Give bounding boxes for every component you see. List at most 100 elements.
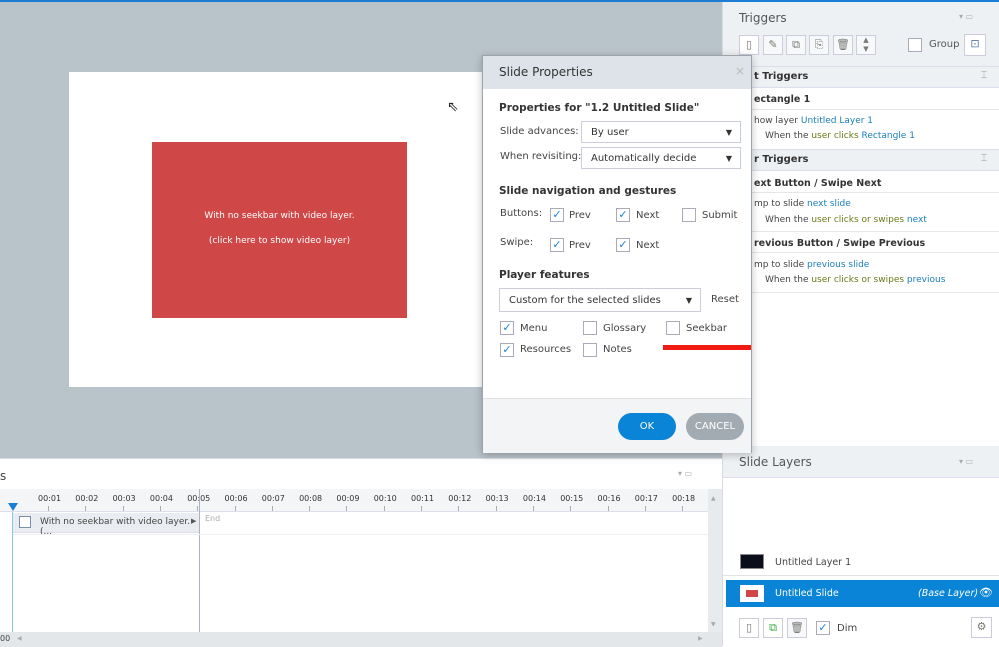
seekbar-checkbox[interactable] <box>666 321 680 335</box>
selected-value: Custom for the selected slides <box>509 295 661 306</box>
collapse-icon[interactable]: ⌶ <box>981 153 987 164</box>
visibility-eye-icon[interactable]: 👁 <box>979 586 993 599</box>
action-target[interactable]: Untitled Layer 1 <box>801 116 873 126</box>
dialog-title: Slide Properties <box>499 65 593 79</box>
layer-thumbnail <box>740 554 764 569</box>
tick-mark <box>421 506 422 511</box>
notes-label: Notes <box>603 344 632 355</box>
collapse-icon[interactable]: ⌶ <box>981 70 987 81</box>
notes-checkbox[interactable] <box>583 343 597 357</box>
swipe-prev-checkbox[interactable]: ✓ <box>550 238 564 252</box>
tick-mark <box>570 506 572 511</box>
panel-menu-icon[interactable]: ▾ ▭ <box>678 469 692 478</box>
when-revisiting-label: When revisiting: <box>500 151 582 162</box>
timeline-row[interactable]: With no seekbar with video layer. (... ▶ <box>13 513 199 537</box>
base-layer-tag: (Base Layer) <box>918 588 979 599</box>
buttons-prev-checkbox[interactable]: ✓ <box>550 208 564 222</box>
tick-mark <box>122 506 124 511</box>
layer-row-selected[interactable]: Untitled Slide (Base Layer) 👁 <box>726 580 999 607</box>
layer-row[interactable]: Untitled Layer 1 <box>723 550 999 576</box>
timeline-title: s <box>0 469 7 483</box>
swipe-next-checkbox[interactable]: ✓ <box>616 238 630 252</box>
action-text: how layer <box>754 116 801 126</box>
triggers-title: Triggers <box>739 11 787 25</box>
when-text: When the <box>765 275 812 285</box>
tick-mark <box>309 506 311 511</box>
expand-arrow-icon[interactable]: ▶ <box>191 517 196 525</box>
duplicate-layer-button[interactable]: ⧉ <box>763 618 783 638</box>
new-trigger-button[interactable]: ▯ <box>739 35 759 55</box>
condition-object[interactable]: next <box>907 215 927 225</box>
section-title: r Triggers <box>754 154 809 165</box>
chevron-down-icon: ▼ <box>725 154 732 163</box>
trigger-object-name: revious Button / Swipe Previous <box>754 238 926 249</box>
playhead-icon[interactable] <box>8 503 18 511</box>
slide-advances-select[interactable]: By user ▼ <box>581 121 741 143</box>
user-text: user clicks or swipes <box>811 215 907 225</box>
layer-name: Untitled Layer 1 <box>775 557 852 568</box>
reset-button[interactable]: Reset <box>711 294 739 305</box>
menu-checkbox[interactable]: ✓ <box>500 321 514 335</box>
copy-trigger-button[interactable]: ⧉ <box>786 35 806 55</box>
time-ruler[interactable]: 00:0100:0200:0300:0400:0500:0600:0700:08… <box>0 489 708 512</box>
horizontal-scrollbar[interactable]: 00 ◀ ▶ <box>0 632 722 647</box>
tick-mark <box>682 506 684 511</box>
trigger-action[interactable]: mp to slide previous slide <box>754 260 869 270</box>
condition-object[interactable]: previous <box>907 275 945 285</box>
layer-settings-gear-icon[interactable]: ⚙ <box>971 617 992 638</box>
dim-checkbox[interactable]: ✓ <box>816 621 830 635</box>
time-tick-label: 00:15 <box>560 494 584 503</box>
action-text: mp to slide <box>754 199 808 209</box>
move-trigger-button[interactable]: ▲ ▼ <box>856 35 876 55</box>
condition-object[interactable]: Rectangle 1 <box>862 131 915 141</box>
glossary-checkbox[interactable] <box>583 321 597 335</box>
next-label: Next <box>636 210 660 221</box>
player-features-heading: Player features <box>499 269 590 281</box>
delete-trigger-button[interactable]: 🗑 <box>833 35 853 55</box>
prev-label: Prev <box>569 210 591 221</box>
prev-label: Prev <box>569 240 591 251</box>
rectangle-1[interactable]: With no seekbar with video layer. (click… <box>152 142 407 318</box>
buttons-submit-checkbox[interactable] <box>682 208 696 222</box>
user-text: user clicks or swipes <box>811 275 907 285</box>
end-marker-line[interactable] <box>199 489 200 632</box>
highlight-underline <box>663 345 751 350</box>
buttons-label: Buttons: <box>500 208 543 219</box>
swipe-label: Swipe: <box>500 237 534 248</box>
resources-checkbox[interactable]: ✓ <box>500 343 514 357</box>
when-revisiting-select[interactable]: Automatically decide ▼ <box>581 147 741 169</box>
close-icon[interactable]: × <box>735 64 745 78</box>
chevron-down-icon: ▼ <box>725 128 732 137</box>
delete-layer-button[interactable]: 🗑 <box>787 618 807 638</box>
properties-for-heading: Properties for "1.2 Untitled Slide" <box>499 102 700 114</box>
ok-button[interactable]: OK <box>618 413 676 440</box>
edit-trigger-button[interactable]: ✎ <box>763 35 783 55</box>
new-layer-button[interactable]: ▯ <box>739 618 759 638</box>
seekbar-label: Seekbar <box>686 323 728 334</box>
tick-mark <box>48 506 49 511</box>
tick-mark <box>644 506 646 511</box>
panel-menu-icon[interactable]: ▾ ▭ <box>959 12 973 21</box>
action-target[interactable]: previous slide <box>807 260 869 270</box>
player-features-select[interactable]: Custom for the selected slides ▼ <box>499 288 701 312</box>
layer-thumbnail <box>740 585 764 602</box>
action-target[interactable]: next slide <box>807 199 851 209</box>
trigger-action[interactable]: how layer Untitled Layer 1 <box>754 116 873 126</box>
rect-line-2: (click here to show video layer) <box>208 236 351 246</box>
buttons-next-checkbox[interactable]: ✓ <box>616 208 630 222</box>
cancel-button[interactable]: CANCEL <box>686 413 744 440</box>
trigger-action[interactable]: mp to slide next slide <box>754 199 851 209</box>
trigger-object-name: ectangle 1 <box>754 94 811 105</box>
panel-menu-icon[interactable]: ▾ ▭ <box>959 457 973 466</box>
variables-button[interactable]: ⊡ <box>964 34 986 56</box>
time-tick-label: 00:09 <box>336 494 360 503</box>
group-checkbox[interactable] <box>908 38 922 52</box>
dialog-footer: OK CANCEL <box>483 398 751 453</box>
group-label: Group <box>929 39 960 50</box>
paste-trigger-button[interactable]: ⎘ <box>809 35 829 55</box>
tick-mark <box>85 506 87 511</box>
selected-value: By user <box>591 127 629 138</box>
timeline-panel: s ▾ ▭ 00:0100:0200:0300:0400:0500:0600:0… <box>0 458 722 647</box>
vertical-scrollbar[interactable]: ▲ ▼ <box>708 489 722 632</box>
chevron-down-icon: ▼ <box>685 296 692 305</box>
